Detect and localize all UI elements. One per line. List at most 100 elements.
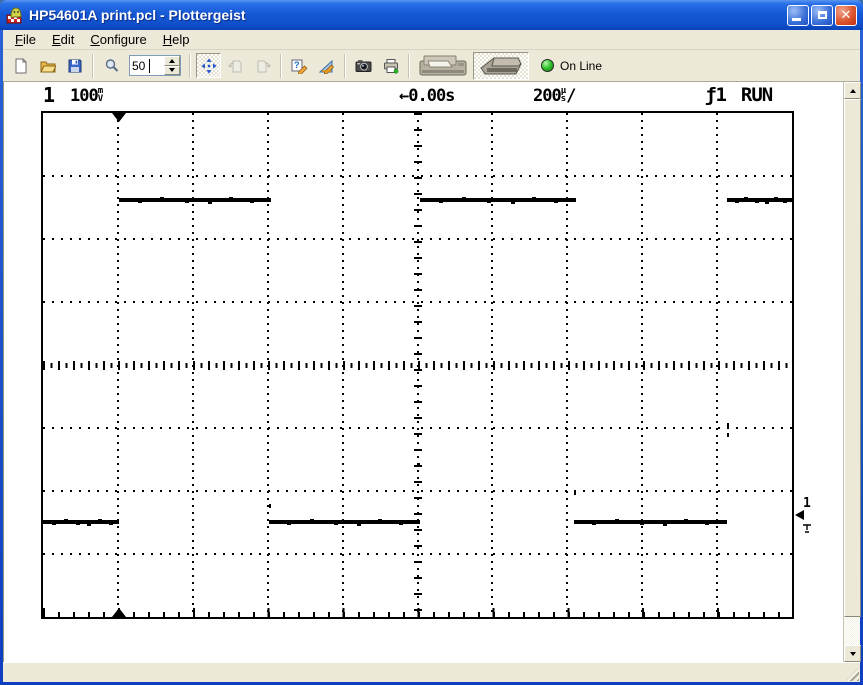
fit-arrows-icon <box>201 58 217 74</box>
page-settings-button[interactable]: ? <box>287 53 312 78</box>
spk <box>160 197 164 199</box>
spk <box>87 524 91 526</box>
run-mode: RUN <box>741 84 772 106</box>
spin-up-button[interactable] <box>164 56 180 66</box>
status-bar <box>3 662 860 682</box>
spk <box>138 201 142 203</box>
spk <box>640 523 644 525</box>
page-settings-icon: ? <box>291 58 308 74</box>
spk <box>64 519 68 521</box>
oscilloscope-printout: 1 100mV ←0.00s 200µs/ ƒ1 RUN 1 <box>4 82 844 662</box>
scroll-up-button[interactable] <box>844 82 861 99</box>
spk <box>663 524 667 526</box>
maximize-button[interactable] <box>811 5 833 26</box>
document-view: 1 100mV ←0.00s 200µs/ ƒ1 RUN 1 <box>3 82 860 662</box>
menu-help[interactable]: Help <box>155 31 198 48</box>
menu-edit[interactable]: Edit <box>44 31 82 48</box>
new-document-button[interactable] <box>8 53 33 78</box>
channel-label: 1 <box>43 83 55 107</box>
axpart <box>43 361 792 370</box>
menu-bar: File Edit Configure Help <box>3 30 860 50</box>
ground-marker-channel: 1 <box>803 496 811 511</box>
open-file-button[interactable] <box>35 53 60 78</box>
plotter-printer-select-button[interactable] <box>473 52 529 80</box>
oscilloscope-graticule <box>41 111 794 619</box>
spk <box>439 201 443 203</box>
seg <box>574 520 727 524</box>
spk <box>287 523 291 525</box>
minimize-button[interactable] <box>787 5 809 26</box>
toolbar-separator <box>280 54 282 78</box>
resize-grip[interactable] <box>845 667 859 681</box>
art <box>574 491 576 495</box>
window-title: HP54601A print.pcl - Plottergeist <box>29 7 787 23</box>
online-led-icon <box>541 59 554 72</box>
spk <box>334 523 338 525</box>
snapshot-button[interactable] <box>351 53 376 78</box>
svg-text:?: ? <box>294 60 300 70</box>
vertical-scale: 100mV <box>70 86 103 106</box>
open-folder-icon <box>40 58 56 74</box>
fit-to-window-button[interactable] <box>196 53 221 78</box>
seg <box>269 520 420 524</box>
previous-page-button <box>223 53 248 78</box>
spk <box>399 523 403 525</box>
menu-configure[interactable]: Configure <box>82 31 154 48</box>
spk <box>185 201 189 203</box>
spk <box>109 523 113 525</box>
delay-readout: ←0.00s <box>399 86 454 106</box>
zoom-level-input[interactable] <box>130 57 164 74</box>
scrollbar-thumb[interactable] <box>844 99 861 617</box>
close-button[interactable]: ✕ <box>835 5 857 26</box>
art <box>269 504 271 508</box>
magnifier-icon <box>104 58 120 74</box>
toolbar-separator <box>92 54 94 78</box>
tick <box>112 608 126 617</box>
online-status: On Line <box>541 59 602 73</box>
spk <box>615 519 619 521</box>
zoom-button[interactable] <box>99 53 124 78</box>
art <box>727 423 729 427</box>
spk <box>250 201 254 203</box>
spin-down-button[interactable] <box>164 66 180 76</box>
online-label: On Line <box>560 59 602 73</box>
laser-printer-select-button[interactable] <box>415 52 471 80</box>
axpart <box>43 608 792 617</box>
text-caret <box>149 59 150 73</box>
print-button[interactable] <box>378 53 403 78</box>
art <box>727 433 729 437</box>
spk <box>462 197 466 199</box>
spk <box>554 201 558 203</box>
scroll-up-arrow-icon <box>850 89 856 93</box>
plotter-printer-icon <box>478 55 524 77</box>
spk <box>310 519 314 521</box>
seg <box>420 198 577 202</box>
toolbar: ? <box>3 50 860 82</box>
spk <box>765 202 769 204</box>
scroll-down-button[interactable] <box>844 645 861 662</box>
spk <box>229 197 233 199</box>
spk <box>52 523 56 525</box>
spk <box>755 201 759 203</box>
spk <box>357 524 361 526</box>
art <box>418 463 420 467</box>
spk <box>735 201 739 203</box>
next-page-button <box>250 53 275 78</box>
save-floppy-icon <box>67 58 83 74</box>
vertical-scrollbar[interactable] <box>843 82 860 662</box>
save-file-button[interactable] <box>62 53 87 78</box>
laser-printer-icon <box>418 54 468 78</box>
menu-file[interactable]: File <box>7 31 44 48</box>
measure-settings-button[interactable] <box>314 53 339 78</box>
spk <box>208 202 212 204</box>
trigger-edge-source: ƒ1 <box>705 84 726 106</box>
toolbar-separator <box>189 54 191 78</box>
ruler-pencil-icon <box>318 58 335 74</box>
seg <box>119 198 271 202</box>
next-page-icon <box>255 58 271 74</box>
spk <box>774 197 778 199</box>
spk <box>783 201 787 203</box>
spk <box>744 197 748 199</box>
toolbar-separator <box>344 54 346 78</box>
spk <box>98 519 102 521</box>
